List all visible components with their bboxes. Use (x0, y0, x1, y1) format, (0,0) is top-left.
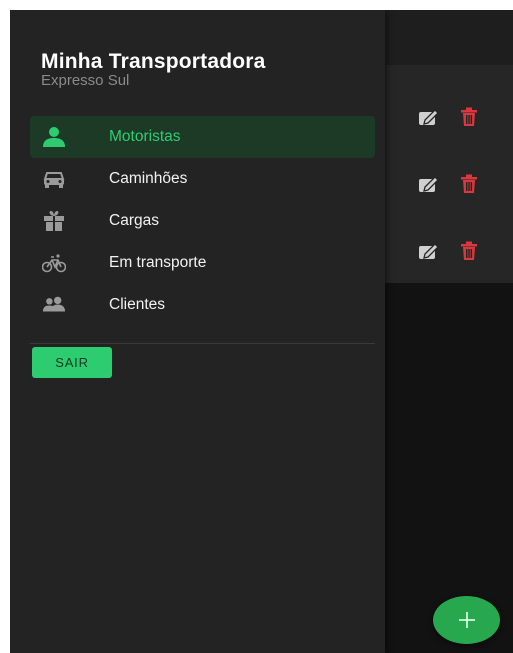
delete-icon[interactable] (458, 106, 480, 128)
list-item-actions (418, 239, 498, 263)
nav-item-label: Caminhões (109, 170, 188, 187)
nav-item-caminhoes[interactable]: Caminhões (30, 158, 375, 200)
nav-item-cargas[interactable]: Cargas (30, 200, 375, 242)
app-frame: Minha Transportadora Expresso Sul Motori… (10, 10, 513, 653)
edit-icon[interactable] (418, 106, 440, 128)
delete-icon[interactable] (458, 173, 480, 195)
drawer-subtitle: Expresso Sul (41, 72, 130, 89)
list-item-actions (418, 105, 498, 129)
nav-item-label: Cargas (109, 212, 159, 229)
delete-icon[interactable] (458, 240, 480, 262)
drawer-divider (30, 343, 375, 344)
drawer-title: Minha Transportadora (41, 50, 266, 73)
bicycle-icon (42, 252, 66, 274)
person-icon (42, 126, 66, 148)
nav-item-label: Clientes (109, 296, 165, 313)
logout-button[interactable]: SAIR (32, 347, 112, 378)
list-item-actions (418, 172, 498, 196)
car-icon (42, 168, 66, 190)
nav-item-em-transporte[interactable]: Em transporte (30, 242, 375, 284)
nav-item-clientes[interactable]: Clientes (30, 284, 375, 326)
edit-icon[interactable] (418, 240, 440, 262)
nav-item-label: Em transporte (109, 254, 207, 271)
navigation-drawer: Minha Transportadora Expresso Sul Motori… (10, 10, 385, 653)
add-button[interactable] (433, 596, 500, 644)
edit-icon[interactable] (418, 173, 440, 195)
nav-item-label: Motoristas (109, 128, 181, 145)
nav-item-motoristas[interactable]: Motoristas (30, 116, 375, 158)
gift-icon (42, 210, 66, 232)
people-icon (42, 294, 66, 316)
plus-icon (458, 612, 475, 628)
